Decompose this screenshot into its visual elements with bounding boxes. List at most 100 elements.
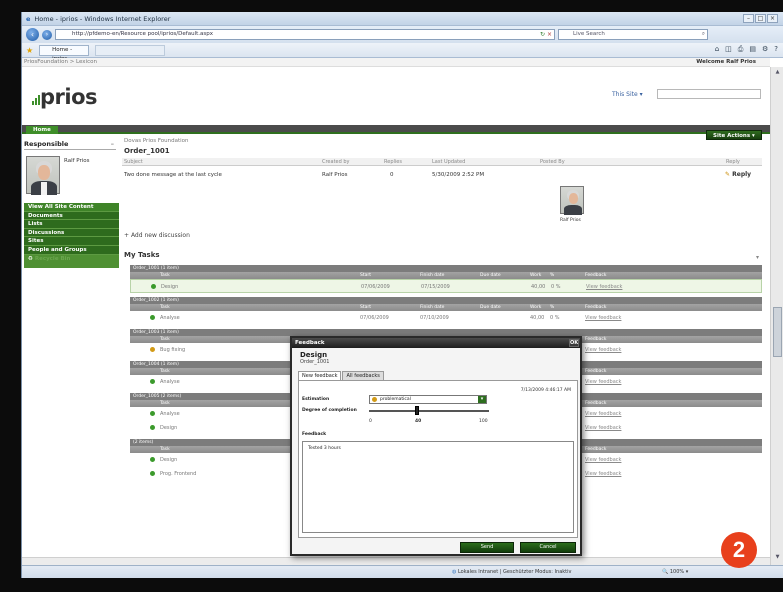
stop-icon[interactable]: × bbox=[547, 30, 552, 39]
task-col-3[interactable]: Due date bbox=[480, 304, 501, 311]
nav-home-tab[interactable]: Home bbox=[26, 126, 58, 134]
task-col-0[interactable]: Task bbox=[160, 304, 170, 311]
site-crumb[interactable]: PriosFoundation > Lexicon bbox=[24, 59, 97, 65]
minimize-button[interactable]: – bbox=[743, 14, 754, 23]
estimation-select[interactable]: problematical ▾ bbox=[369, 395, 487, 404]
page-menu-icon[interactable]: ▤ bbox=[749, 45, 756, 54]
menu-discussions[interactable]: Discussions bbox=[24, 229, 119, 238]
search-scope-dropdown[interactable]: This Site ▾ bbox=[612, 91, 643, 98]
task-col-1[interactable]: Start bbox=[360, 272, 371, 279]
task-col-4[interactable]: Work bbox=[530, 272, 541, 279]
col-created-by[interactable]: Created by bbox=[322, 159, 350, 165]
task-col-0[interactable]: Task bbox=[160, 400, 170, 407]
cancel-button[interactable]: Cancel bbox=[520, 542, 576, 553]
chevron-icon[interactable]: – bbox=[111, 140, 114, 148]
task-link[interactable]: View feedback bbox=[585, 471, 621, 477]
menu-lists[interactable]: Lists bbox=[24, 220, 119, 229]
reply-button[interactable]: ✎ Reply bbox=[725, 171, 751, 178]
task-task[interactable]: Bug fixing bbox=[160, 347, 185, 353]
task-col-2[interactable]: Finish date bbox=[420, 304, 444, 311]
poster-name[interactable]: Ralf Prios bbox=[560, 218, 581, 223]
forward-button[interactable]: › bbox=[42, 29, 52, 40]
task-task[interactable]: Prog. Frontend bbox=[160, 471, 196, 477]
slider-knob[interactable] bbox=[415, 406, 419, 415]
task-col-0[interactable]: Task bbox=[160, 368, 170, 375]
task-group-header[interactable]: Order_1001 (1 item) bbox=[130, 265, 762, 272]
task-link[interactable]: View feedback bbox=[586, 284, 622, 290]
task-link[interactable]: View feedback bbox=[585, 411, 621, 417]
task-col-0[interactable]: Task bbox=[160, 272, 170, 279]
new-tab-button[interactable] bbox=[95, 44, 166, 56]
menu-documents[interactable]: Documents bbox=[24, 212, 119, 221]
vertical-scrollbar[interactable]: ▲ ▼ bbox=[770, 67, 783, 565]
task-task[interactable]: Design bbox=[161, 284, 178, 290]
task-task[interactable]: Design bbox=[160, 425, 177, 431]
task-link[interactable]: View feedback bbox=[585, 315, 621, 321]
responsible-name[interactable]: Ralf Prios bbox=[64, 158, 90, 164]
task-col-6[interactable]: Feedback bbox=[585, 400, 606, 407]
menu-people-groups[interactable]: People and Groups bbox=[24, 246, 119, 255]
tools-menu-icon[interactable]: ⚙ bbox=[762, 45, 768, 54]
task-link[interactable]: View feedback bbox=[585, 347, 621, 353]
task-link[interactable]: View feedback bbox=[585, 457, 621, 463]
home-icon[interactable]: ⌂ bbox=[715, 45, 719, 54]
discussion-author[interactable]: Ralf Prios bbox=[322, 172, 348, 178]
discussion-crumb[interactable]: Dovas Prios Foundation bbox=[124, 138, 189, 144]
welcome-menu[interactable]: Welcome Ralf Prios bbox=[696, 58, 756, 67]
back-button[interactable]: ‹ bbox=[26, 28, 39, 41]
help-icon[interactable]: ? bbox=[774, 45, 778, 54]
task-task[interactable]: Analyse bbox=[160, 379, 180, 385]
feeds-icon[interactable]: ◫ bbox=[725, 45, 732, 54]
refresh-icon[interactable]: ↻ bbox=[540, 30, 545, 39]
chevron-down-icon[interactable]: ▾ bbox=[478, 396, 486, 403]
task-col-1[interactable]: Start bbox=[360, 304, 371, 311]
col-replies[interactable]: Replies bbox=[384, 159, 402, 165]
task-row[interactable]: Analyse 07/06/2009 07/10/2009 40,00 0 % View … bbox=[130, 311, 762, 325]
col-reply[interactable]: Reply bbox=[726, 159, 740, 165]
menu-recycle-bin[interactable]: ♻ Recycle Bin bbox=[24, 254, 119, 268]
search-input[interactable]: Live Search ⌕ bbox=[558, 29, 708, 40]
maximize-button[interactable]: □ bbox=[755, 14, 766, 23]
menu-sites[interactable]: Sites bbox=[24, 237, 119, 246]
col-subject[interactable]: Subject bbox=[124, 159, 143, 165]
task-col-5[interactable]: % bbox=[550, 272, 554, 279]
search-icon[interactable]: ⌕ bbox=[702, 30, 705, 39]
task-task[interactable]: Analyse bbox=[160, 315, 180, 321]
security-zone[interactable]: ◍ Lokales Intranet | Geschützter Modus: … bbox=[452, 569, 571, 575]
task-col-4[interactable]: Work bbox=[530, 304, 541, 311]
task-col-6[interactable]: Feedback bbox=[585, 336, 606, 343]
tab-all-feedbacks[interactable]: All feedbacks bbox=[342, 371, 384, 380]
send-button[interactable]: Send bbox=[460, 542, 514, 553]
completion-slider[interactable] bbox=[369, 406, 489, 415]
dialog-close-button[interactable]: OK bbox=[569, 339, 579, 347]
task-task[interactable]: Analyse bbox=[160, 411, 180, 417]
scroll-up-icon[interactable]: ▲ bbox=[773, 69, 782, 78]
tab-new-feedback[interactable]: New feedback bbox=[298, 371, 342, 380]
task-col-3[interactable]: Due date bbox=[480, 272, 501, 279]
task-col-6[interactable]: Feedback bbox=[585, 272, 606, 279]
task-col-6[interactable]: Feedback bbox=[585, 368, 606, 375]
task-col-6[interactable]: Feedback bbox=[585, 304, 606, 311]
site-search-input[interactable] bbox=[657, 89, 761, 99]
task-col-0[interactable]: Task bbox=[160, 336, 170, 343]
task-link[interactable]: View feedback bbox=[585, 425, 621, 431]
horizontal-scrollbar[interactable] bbox=[22, 557, 770, 565]
task-col-5[interactable]: % bbox=[550, 304, 554, 311]
favorites-star-icon[interactable]: ★ bbox=[26, 46, 33, 55]
col-updated[interactable]: Last Updated bbox=[432, 159, 465, 165]
task-col-6[interactable]: Feedback bbox=[585, 446, 606, 453]
col-posted-by[interactable]: Posted By bbox=[540, 159, 565, 165]
discussion-subject[interactable]: Two done message at the last cycle bbox=[124, 172, 222, 178]
add-discussion-link[interactable]: + Add new discussion bbox=[124, 232, 190, 239]
feedback-textarea[interactable]: Tested 3 hours bbox=[302, 441, 574, 533]
task-row[interactable]: Design 07/06/2009 07/15/2009 40,00 0 % View f… bbox=[130, 279, 762, 293]
print-icon[interactable]: ⎙ bbox=[738, 45, 744, 54]
task-col-0[interactable]: Task bbox=[160, 446, 170, 453]
task-group-header[interactable]: Order_1003 (1 item) bbox=[130, 329, 762, 336]
task-task[interactable]: Design bbox=[160, 457, 177, 463]
task-link[interactable]: View feedback bbox=[585, 379, 621, 385]
url-input[interactable]: http://pfdemo-en/Resource pool/iprios/De… bbox=[55, 29, 555, 40]
zoom-level[interactable]: 🔍 100% ▾ bbox=[662, 569, 688, 575]
close-window-button[interactable]: × bbox=[767, 14, 778, 23]
scroll-thumb[interactable] bbox=[773, 307, 782, 357]
